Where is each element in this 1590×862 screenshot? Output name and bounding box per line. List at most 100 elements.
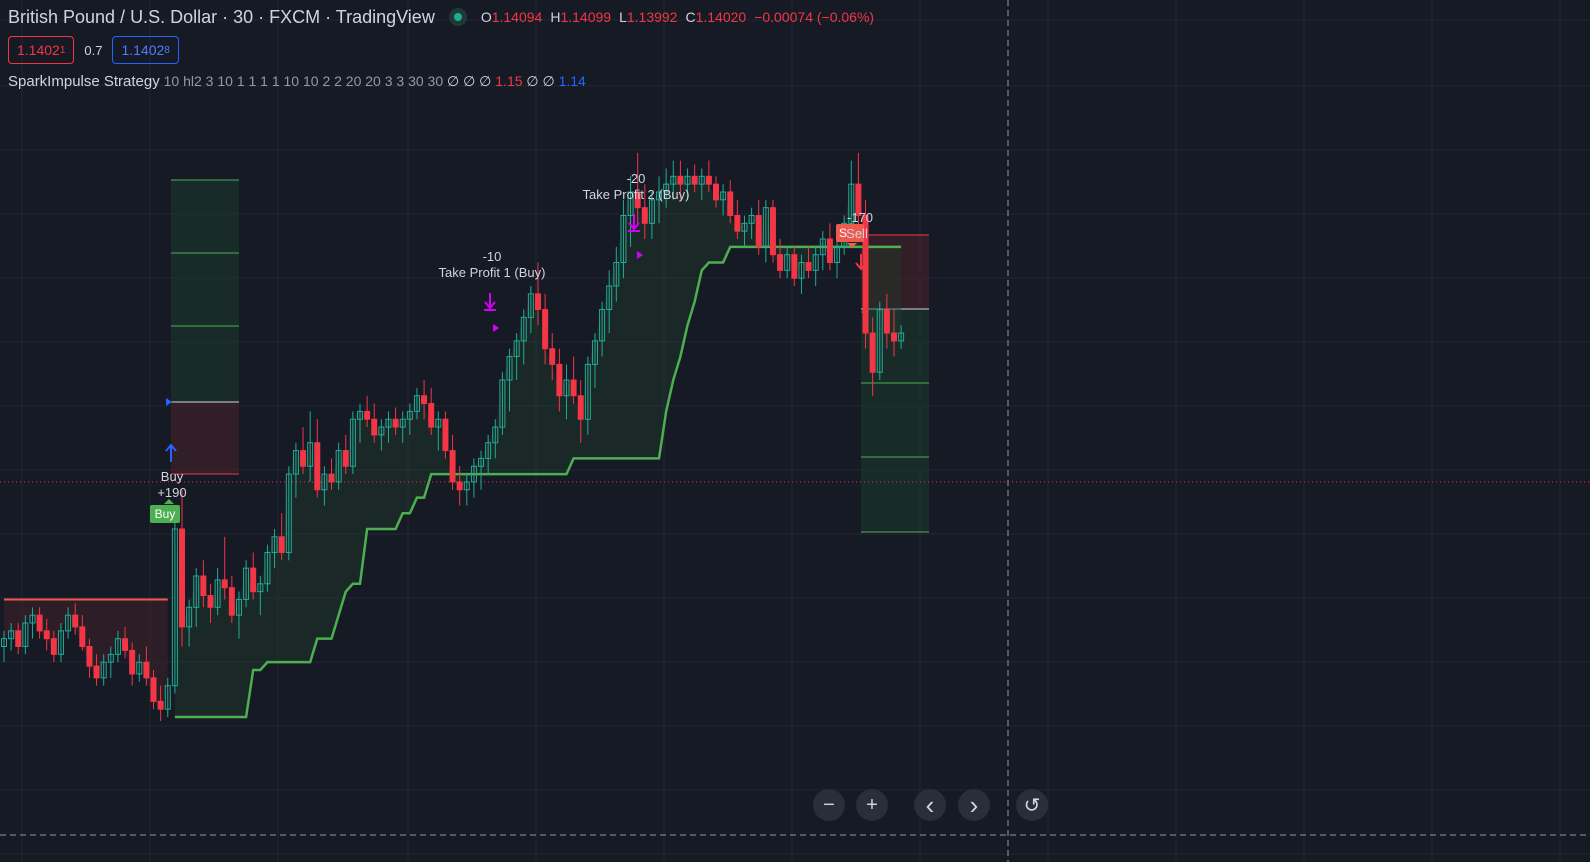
candle-body — [805, 262, 812, 271]
high-value: 1.14099 — [560, 9, 612, 25]
candle-body — [449, 450, 456, 483]
candle-body — [542, 309, 549, 350]
indicator-nulls-a: ∅ ∅ ∅ — [447, 73, 492, 89]
indicator-value-red: 1.15 — [495, 73, 523, 89]
candle-body — [826, 238, 833, 264]
candle-body — [734, 215, 741, 232]
sell-pnl-label: -170 — [847, 210, 873, 225]
candle-body — [122, 638, 129, 651]
candle-body — [314, 442, 321, 491]
candle-body — [755, 215, 762, 248]
candle-body — [769, 207, 776, 256]
tp1-value-label: -10 — [483, 249, 502, 264]
sell-price-button[interactable]: 1.1402 1 — [8, 36, 75, 64]
trend-fill-down — [4, 599, 168, 710]
buy-price-pip: 8 — [164, 44, 170, 56]
tp2-label: Take Profit 2 (Buy) — [583, 187, 690, 202]
candle-body — [392, 418, 399, 428]
candle-body — [570, 379, 577, 397]
candle-body — [150, 677, 157, 702]
buy-badge-label: Buy — [155, 507, 176, 521]
tp2-value-label: -20 — [627, 171, 646, 186]
candle-body — [421, 395, 428, 405]
candle-body — [207, 595, 214, 608]
close-value: 1.14020 — [695, 9, 747, 25]
candle-body — [577, 395, 584, 420]
zoom-out-button[interactable]: − — [813, 789, 845, 821]
tp1-marker-icon — [493, 324, 499, 332]
candle-body — [157, 700, 164, 710]
candle-body — [428, 403, 435, 428]
sell-signal-label: Sell — [846, 226, 868, 241]
market-status-icon[interactable] — [448, 8, 467, 26]
quote-panel: 1.1402 1 0.7 1.1402 8 — [8, 36, 179, 64]
candle-body — [549, 348, 556, 365]
candle-body — [300, 450, 307, 467]
candle-body — [791, 254, 798, 279]
candle-body — [200, 575, 207, 597]
indicator-value-blue: 1.14 — [558, 73, 586, 89]
sell-price-pip: 1 — [59, 44, 66, 56]
tp1-label: Take Profit 1 (Buy) — [439, 265, 546, 280]
candle-body — [883, 309, 890, 334]
scroll-right-button[interactable]: › — [958, 789, 990, 821]
open-value: 1.14094 — [491, 9, 543, 25]
stop-zone — [171, 402, 239, 474]
sell-price: 1.1402 — [17, 42, 60, 58]
low-key: L — [619, 9, 627, 25]
candle-body — [328, 473, 335, 483]
candle-body — [278, 536, 285, 553]
change-value: −0.00074 (−0.06%) — [754, 9, 875, 25]
candle-body — [72, 614, 79, 628]
indicator-legend[interactable]: SparkImpulse Strategy 10 hl2 3 10 1 1 1 … — [8, 73, 586, 90]
buy-pnl-label: +190 — [157, 485, 186, 500]
candle-body — [228, 587, 235, 616]
low-value: 1.13992 — [626, 9, 678, 25]
candle-body — [641, 207, 648, 224]
buy-price-button[interactable]: 1.1402 8 — [112, 36, 179, 64]
tp1-arrow-icon — [484, 293, 496, 311]
candle-body — [15, 630, 22, 647]
candle-body — [869, 332, 876, 373]
candle-body — [342, 450, 349, 467]
target-zone — [171, 180, 239, 402]
buy-price: 1.1402 — [121, 42, 165, 58]
symbol-title[interactable]: British Pound / U.S. Dollar · 30 · FXCM … — [8, 7, 435, 28]
candle-body — [364, 410, 371, 420]
indicator-name: SparkImpulse Strategy — [8, 73, 160, 90]
candle-body — [442, 418, 449, 452]
candle-body — [250, 567, 257, 593]
candle-body — [221, 579, 228, 589]
candle-body — [371, 418, 378, 436]
symbol-legend: British Pound / U.S. Dollar · 30 · FXCM … — [8, 6, 874, 28]
candle-body — [777, 254, 784, 271]
candle-body — [143, 661, 150, 679]
open-key: O — [480, 9, 492, 25]
candle-body — [179, 528, 185, 628]
candle-body — [727, 191, 734, 216]
candle-body — [79, 626, 86, 648]
candle-body — [691, 175, 698, 185]
buy-signal-label: Buy — [161, 469, 184, 484]
indicator-nulls-b: ∅ ∅ — [526, 73, 555, 89]
spread-value: 0.7 — [84, 42, 103, 58]
candle-body — [891, 332, 897, 342]
scroll-left-button[interactable]: ‹ — [914, 789, 946, 821]
candle-body — [535, 293, 541, 311]
candle-body — [456, 481, 463, 491]
ohlc-values: O1.14094 H1.14099 L1.13992 C1.14020 −0.0… — [481, 9, 874, 25]
candle-body — [129, 649, 136, 675]
indicator-params: 10 hl2 3 10 1 1 1 1 10 10 2 2 20 20 3 3 … — [163, 73, 444, 89]
candle-body — [713, 183, 719, 201]
zoom-in-button[interactable]: + — [856, 789, 888, 821]
price-chart[interactable]: -10Take Profit 1 (Buy) -20Take Profit 2 (… — [0, 0, 1590, 862]
candle-body — [50, 638, 57, 655]
reset-chart-button[interactable]: ↺ — [1016, 789, 1048, 821]
candle-body — [556, 363, 563, 397]
candle-body — [93, 665, 100, 679]
candle-body — [705, 175, 712, 185]
candle-body — [677, 175, 684, 185]
candle-body — [36, 614, 43, 632]
candle-body — [43, 630, 50, 640]
candle-body — [86, 646, 93, 667]
